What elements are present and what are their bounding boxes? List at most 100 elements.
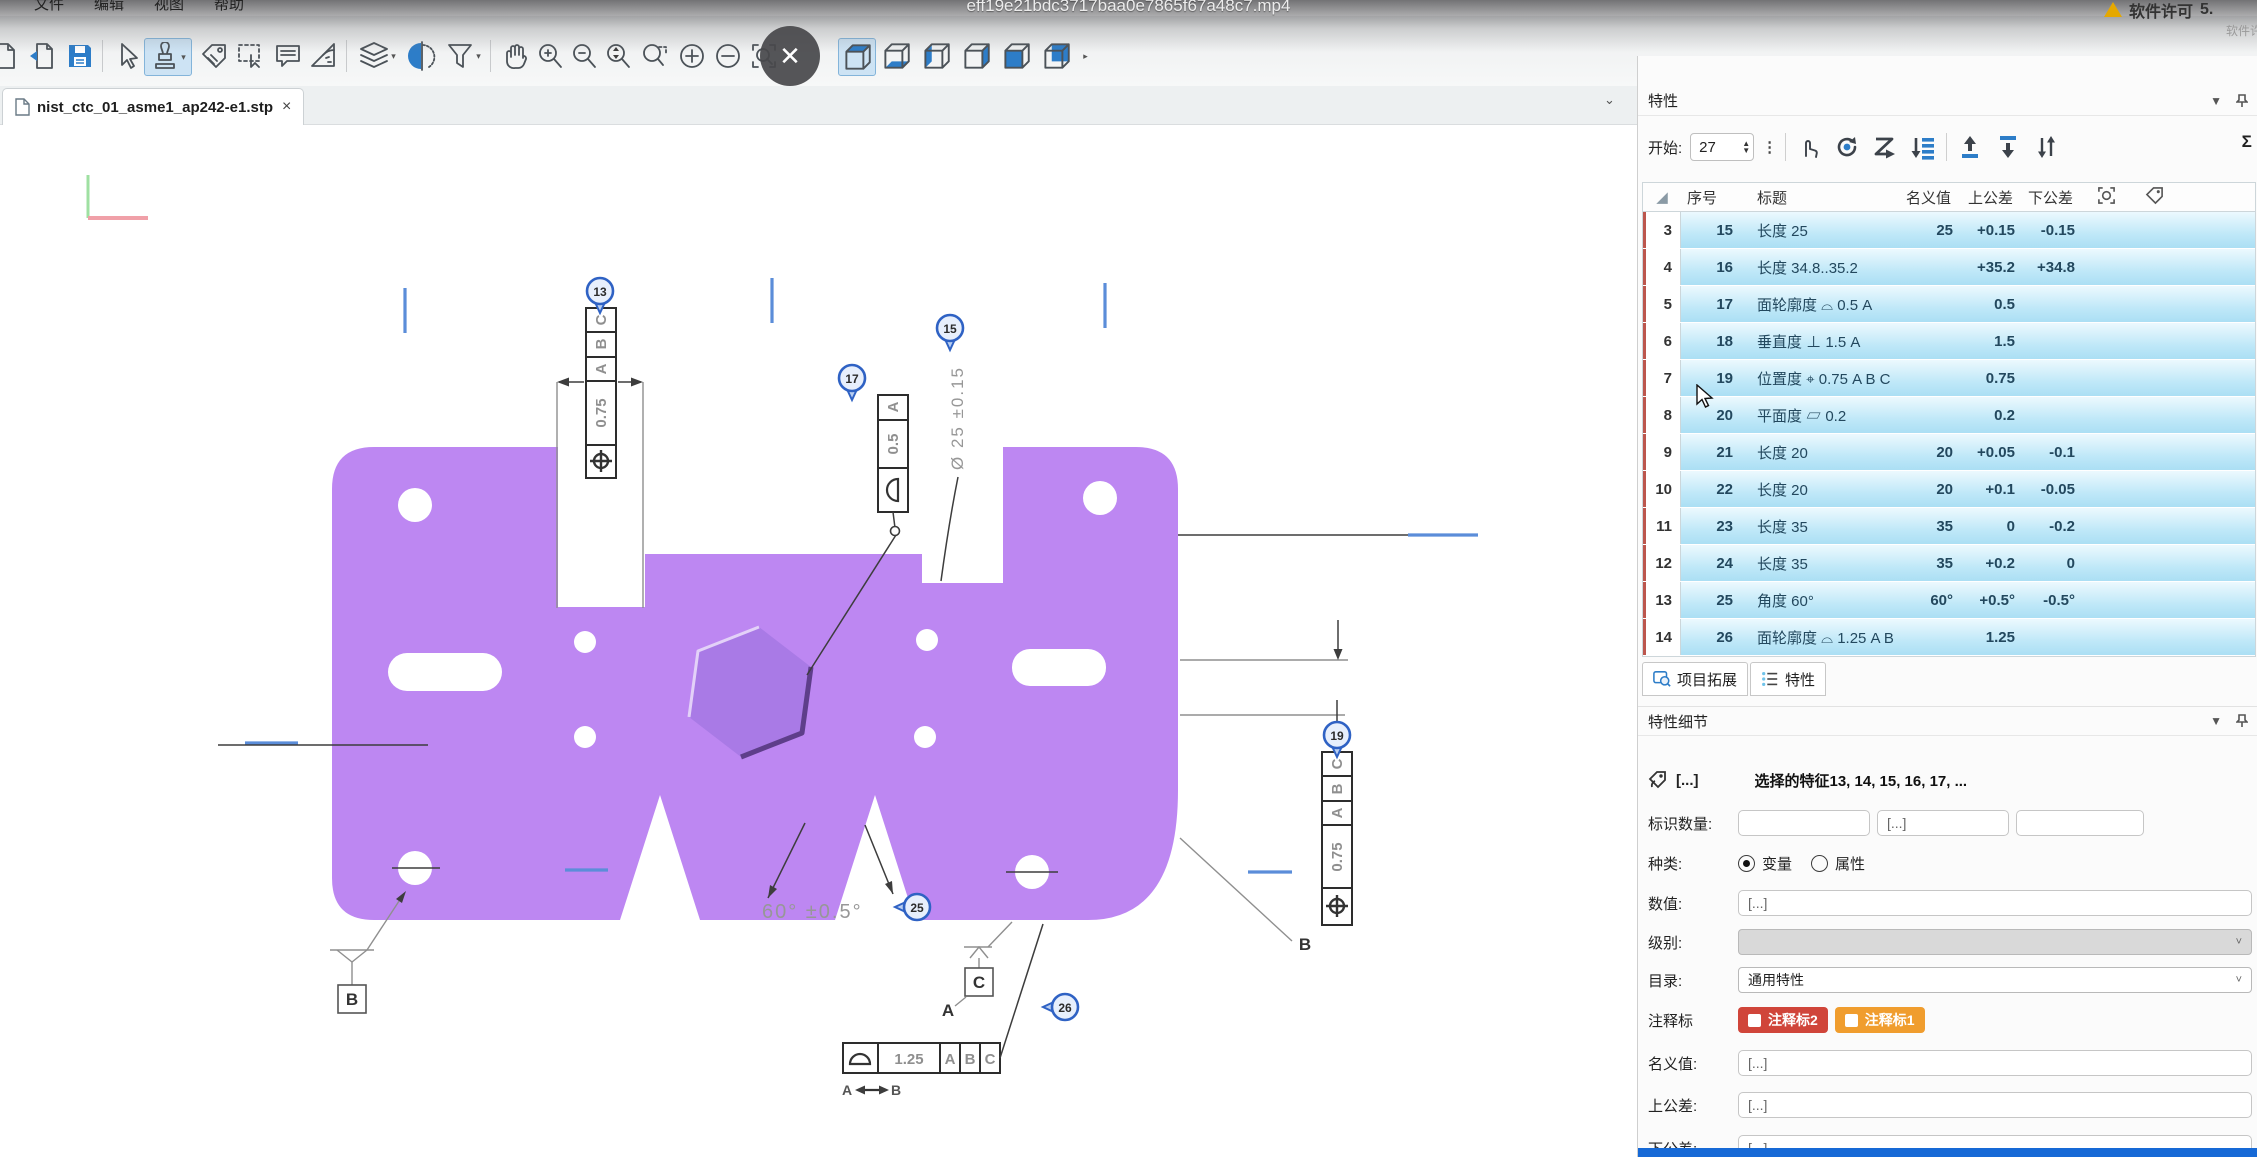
checkbox-icon[interactable] [1748, 1014, 1761, 1027]
slot-left[interactable] [388, 653, 502, 691]
pin-icon[interactable] [2236, 714, 2248, 728]
nominal-input[interactable]: [...] [1738, 1050, 2252, 1076]
view-cube-right[interactable] [958, 38, 994, 74]
cad-viewport[interactable]: C B A 0.75 A 0.5 Ø 25 ±0.1 [0, 124, 1637, 1157]
new-document-icon[interactable] [0, 38, 24, 74]
section-icon[interactable] [404, 38, 440, 74]
video-close-button[interactable]: ✕ [760, 26, 820, 86]
zoom-out-icon[interactable] [566, 38, 602, 74]
chevron-down-icon[interactable]: ▾ [391, 51, 396, 62]
diameter-dimension[interactable]: Ø 25 ±0.15 [941, 366, 967, 581]
col-seq[interactable]: 序号 [1681, 187, 1751, 208]
tab-project-expand[interactable]: 项目拓展 [1642, 662, 1748, 696]
id-count-input-2[interactable]: [...] [1877, 810, 2009, 836]
snapshot-column-icon[interactable] [2079, 186, 2133, 209]
view-cube-iso[interactable] [838, 38, 876, 76]
balloon-17[interactable]: 17 [839, 365, 865, 400]
table-row[interactable]: 13 25 角度 60° 60° +0.5° -0.5° [1643, 582, 2255, 619]
pin-icon[interactable] [2236, 94, 2248, 108]
tag-column-icon[interactable] [2133, 186, 2175, 209]
datum-c-flag[interactable]: C A [942, 922, 1012, 1020]
annotation-badge-2[interactable]: 注释标2 [1738, 1007, 1828, 1033]
z-order-icon[interactable] [1870, 132, 1900, 162]
menu-file[interactable]: 文件 [34, 0, 64, 15]
open-document-icon[interactable] [26, 38, 62, 74]
table-row[interactable]: 11 23 长度 35 35 0 -0.2 [1643, 508, 2255, 545]
measure-icon[interactable] [306, 38, 342, 74]
table-row[interactable]: 12 24 长度 35 35 +0.2 0 [1643, 545, 2255, 582]
radio-variable[interactable] [1738, 855, 1755, 872]
fcf-position-0.75-abc-top[interactable]: C B A 0.75 [586, 308, 616, 478]
view-cube-left[interactable] [918, 38, 954, 74]
select-arrow-icon[interactable] [110, 38, 146, 74]
toolbar-more-icon[interactable]: ▸ [1078, 38, 1092, 74]
tabbar-collapse-icon[interactable]: ⌄ [1604, 92, 1615, 108]
view-cube-back[interactable] [1038, 38, 1074, 74]
hole-top-left[interactable] [398, 488, 432, 522]
id-count-input-1[interactable] [1738, 810, 1870, 836]
export-down-icon[interactable] [1993, 132, 2023, 162]
chevron-down-icon[interactable]: ▾ [181, 52, 186, 63]
table-row[interactable]: 3 15 长度 25 25 +0.15 -0.15 [1643, 212, 2255, 249]
swap-updown-icon[interactable] [2031, 132, 2061, 162]
balloon-15[interactable]: 15 [937, 315, 963, 350]
slot-right[interactable] [1012, 649, 1106, 686]
pick-hand-icon[interactable] [1794, 132, 1824, 162]
table-row[interactable]: 8 20 平面度 ▱ 0.2 0.2 [1643, 397, 2255, 434]
annotation-badge-1[interactable]: 注释标1 [1835, 1007, 1925, 1033]
upper-tol-input[interactable]: [...] [1738, 1092, 2252, 1118]
table-row[interactable]: 14 26 面轮廓度 ⌓ 1.25 A B C 1.25 [1643, 619, 2255, 656]
rotate-refresh-icon[interactable] [1832, 132, 1862, 162]
col-lower[interactable]: 下公差 [2019, 187, 2079, 208]
chevron-down-icon[interactable]: ▾ [476, 51, 481, 62]
table-row[interactable]: 5 17 面轮廓度 ⌓ 0.5 A 0.5 [1643, 286, 2255, 323]
radio-variable-label[interactable]: 变量 [1762, 853, 1792, 874]
value-input[interactable]: [...] [1738, 890, 2252, 916]
tab-properties[interactable]: 特性 [1750, 662, 1826, 696]
zoom-fit-icon[interactable] [600, 38, 636, 74]
chevron-down-icon[interactable]: ▼ [2210, 714, 2222, 728]
col-title[interactable]: 标题 [1751, 187, 1897, 208]
import-up-icon[interactable] [1955, 132, 1985, 162]
table-row[interactable]: 10 22 长度 20 20 +0.1 -0.05 [1643, 471, 2255, 508]
part-body[interactable] [332, 447, 1178, 920]
balloon-25[interactable]: 25 [895, 894, 930, 920]
catalog-select[interactable]: 通用特性˅ [1738, 967, 2252, 993]
col-upper[interactable]: 上公差 [1957, 187, 2019, 208]
pan-hand-icon[interactable] [498, 38, 534, 74]
view-cube-bottom[interactable] [878, 38, 914, 74]
increase-icon[interactable] [674, 38, 710, 74]
table-row[interactable]: 7 19 位置度 ⌖ 0.75 A B C 0.75 [1643, 360, 2255, 397]
save-icon[interactable] [62, 38, 98, 74]
corner-sort-icon[interactable]: ◢ [1643, 188, 1681, 206]
select-region-icon[interactable] [232, 38, 268, 74]
stepper-more-icon[interactable]: ⋮ [1762, 138, 1777, 156]
layers-icon[interactable]: ▾ [354, 38, 400, 74]
zoom-in-icon[interactable] [532, 38, 568, 74]
comment-icon[interactable] [270, 38, 306, 74]
hole-top-right[interactable] [1083, 481, 1117, 515]
license-status[interactable]: 软件许可 5. [2104, 0, 2213, 22]
id-count-input-3[interactable] [2016, 810, 2144, 836]
radio-attribute-label[interactable]: 属性 [1835, 853, 1865, 874]
table-row[interactable]: 9 21 长度 20 20 +0.05 -0.1 [1643, 434, 2255, 471]
level-select[interactable]: ˅ [1738, 929, 2252, 955]
view-cube-front[interactable] [998, 38, 1034, 74]
filter-icon[interactable]: ▾ [440, 38, 486, 74]
menu-help[interactable]: 帮助 [214, 0, 244, 15]
balloon-26[interactable]: 26 [1043, 994, 1078, 1020]
fcf-position-0.75-abc-right[interactable]: C B A 0.75 [1322, 752, 1352, 925]
decrease-icon[interactable] [710, 38, 746, 74]
tag-icon[interactable] [196, 38, 232, 74]
menu-edit[interactable]: 编辑 [94, 0, 124, 15]
sort-list-icon[interactable] [1908, 132, 1938, 162]
checkbox-icon[interactable] [1845, 1014, 1858, 1027]
document-tab[interactable]: nist_ctc_01_asme1_ap242-e1.stp × [2, 88, 304, 125]
zoom-window-icon[interactable] [636, 38, 672, 74]
col-nominal[interactable]: 名义值 [1897, 187, 1957, 208]
menu-view[interactable]: 视图 [154, 0, 184, 15]
chevron-down-icon[interactable]: ▼ [2210, 94, 2222, 108]
radio-attribute[interactable] [1811, 855, 1828, 872]
table-row[interactable]: 4 16 长度 34.8..35.2 +35.2 +34.8 [1643, 249, 2255, 286]
start-index-stepper[interactable]: 27 ▲▼ [1690, 133, 1754, 161]
